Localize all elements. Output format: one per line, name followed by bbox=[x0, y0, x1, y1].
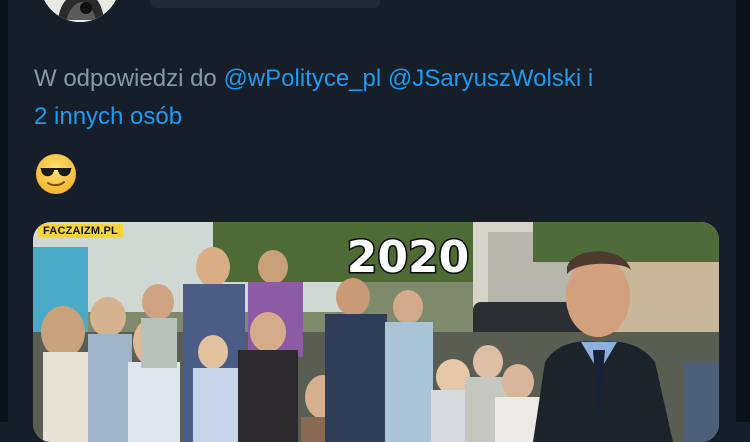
mention-link-wpolityce[interactable]: @wPolityce_pl bbox=[223, 65, 381, 92]
mention-link-jsaryuszwolski[interactable]: @JSaryuszWolski bbox=[388, 65, 581, 92]
reply-prefix: W odpowiedzi do bbox=[34, 65, 217, 92]
reply-context: W odpowiedzi do @wPolityce_pl @JSaryuszW… bbox=[34, 60, 724, 136]
mention-connector: i bbox=[587, 65, 594, 92]
screen-edge-right bbox=[736, 0, 750, 422]
avatar[interactable] bbox=[40, 0, 120, 22]
year-caption: 2020 bbox=[345, 231, 470, 285]
tweet-media-image[interactable]: FACZAIZM.PL 2020 bbox=[33, 222, 719, 442]
others-link[interactable]: 2 innych osób bbox=[34, 103, 182, 130]
screen-edge-left bbox=[0, 0, 8, 422]
author-name-hidden bbox=[150, 0, 380, 8]
sunglasses-emoji-icon bbox=[34, 152, 78, 196]
watermark-label: FACZAIZM.PL bbox=[38, 224, 123, 238]
